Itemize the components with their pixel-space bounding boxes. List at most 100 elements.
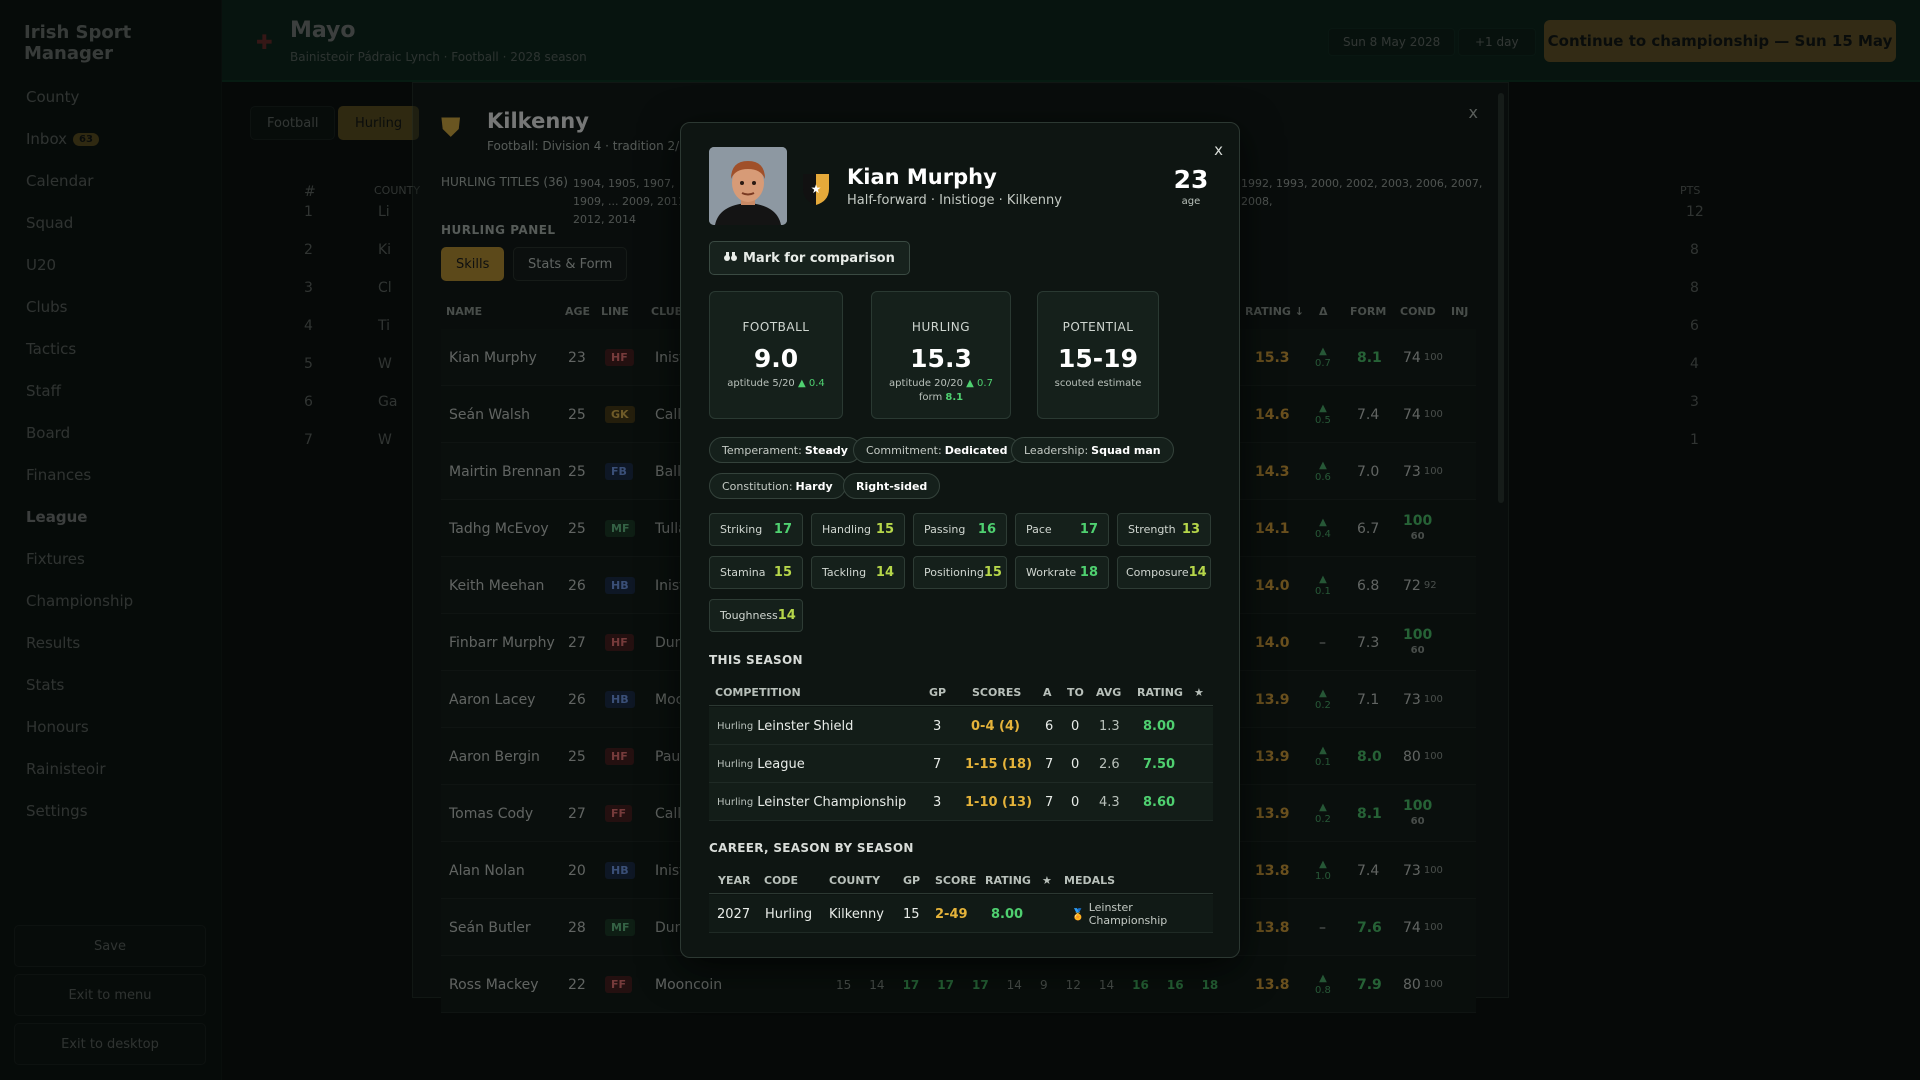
- sidebar-item-county[interactable]: County: [26, 76, 133, 118]
- col-form[interactable]: FORM: [1350, 305, 1386, 318]
- position-badge: MF: [605, 520, 636, 537]
- continue-button[interactable]: Continue to championship — Sun 15 May: [1544, 20, 1896, 62]
- col-cond[interactable]: COND: [1400, 305, 1436, 318]
- skill-value: 17: [937, 977, 954, 992]
- county-modal-subtitle: Football: Division 4 · tradition 2/20: [487, 139, 695, 153]
- scrollbar[interactable]: [1498, 93, 1504, 503]
- close-button[interactable]: x: [1214, 141, 1223, 159]
- col-line[interactable]: LINE: [601, 305, 629, 318]
- rating-delta-value: 0.1: [1315, 585, 1331, 597]
- exit-to-desktop-button[interactable]: Exit to desktop: [14, 1023, 206, 1065]
- average: 1.3: [1099, 718, 1120, 734]
- row-pts: 3: [1690, 394, 1699, 410]
- col-rating: RATING: [985, 874, 1031, 887]
- assists: 6: [1045, 718, 1054, 734]
- skill-passing: Passing 16: [913, 513, 1007, 546]
- col-rating[interactable]: RATING ↓: [1245, 305, 1304, 318]
- tab-stats-form[interactable]: Stats & Form: [513, 247, 628, 281]
- hurling-titles-list: 1904, 1905, 1907, 1909, ... 2009, 2011, …: [573, 177, 689, 226]
- mark-for-comparison-button[interactable]: Mark for comparison: [709, 241, 910, 275]
- rating-delta: ▲ 0.7: [1315, 345, 1331, 369]
- sidebar-item-inbox[interactable]: Inbox 63: [26, 118, 133, 160]
- table-row[interactable]: Hurling League 7 1-15 (18) 7 0 2.6 7.50: [709, 745, 1213, 783]
- assists: 7: [1045, 794, 1054, 810]
- medal-icon: 🏅: [1071, 907, 1085, 921]
- row-pts: 8: [1690, 280, 1699, 296]
- tab-hurling[interactable]: Hurling: [338, 106, 420, 140]
- row-pts: 1: [1690, 432, 1699, 448]
- sidebar-item-honours[interactable]: Honours: [26, 706, 133, 748]
- sidebar-item-rainisteoir[interactable]: Rainisteoir: [26, 748, 133, 790]
- col-name[interactable]: NAME: [446, 305, 482, 318]
- skill-name: Workrate: [1026, 566, 1077, 579]
- player-form: 7.9: [1357, 976, 1382, 993]
- tab-skills[interactable]: Skills: [441, 247, 505, 281]
- save-button[interactable]: Save: [14, 925, 206, 967]
- trait-value: Squad man: [1091, 443, 1161, 457]
- sidebar-item-calendar[interactable]: Calendar: [26, 160, 133, 202]
- sidebar-item-league[interactable]: League: [26, 496, 133, 538]
- col-rating: RATING: [1137, 686, 1183, 699]
- box-sub: scouted estimate: [1054, 378, 1142, 389]
- col-score: SCORE: [935, 874, 977, 887]
- sidebar-item-u20[interactable]: U20: [26, 244, 133, 286]
- condition-max: 100: [1423, 922, 1443, 933]
- sidebar-item-settings[interactable]: Settings: [26, 790, 133, 832]
- skill-positioning: Positioning 15: [913, 556, 1007, 589]
- position-badge: FF: [605, 805, 633, 822]
- rating-delta: ▲ 0.8: [1315, 972, 1331, 996]
- skill-value: 15: [836, 977, 852, 992]
- table-row[interactable]: 2027 Hurling Kilkenny 15 2-49 8.00 🏅 Lei…: [709, 895, 1213, 933]
- advance-day-button[interactable]: +1 day: [1458, 28, 1536, 56]
- games-played: 7: [933, 756, 942, 772]
- sidebar-item-squad[interactable]: Squad: [26, 202, 133, 244]
- position-badge: GK: [605, 406, 635, 423]
- col-club[interactable]: CLUB: [651, 305, 683, 318]
- sidebar-item-clubs[interactable]: Clubs: [26, 286, 133, 328]
- sidebar-item-tactics[interactable]: Tactics: [26, 328, 133, 370]
- sidebar-item-fixtures[interactable]: Fixtures: [26, 538, 133, 580]
- player-name: Aaron Lacey: [449, 691, 536, 708]
- col-inj[interactable]: INJ: [1451, 305, 1468, 318]
- star-icon: ★: [1194, 686, 1204, 699]
- skill-value: 13: [1181, 522, 1200, 537]
- sidebar-item-staff[interactable]: Staff: [26, 370, 133, 412]
- sidebar-item-label: Rainisteoir: [26, 760, 106, 778]
- rating-delta: ▲ 0.1: [1315, 744, 1331, 768]
- row-county: Ti: [378, 318, 391, 334]
- close-icon[interactable]: x: [1469, 103, 1478, 122]
- competition: Hurling Leinster Championship: [717, 783, 906, 821]
- average: 4.3: [1099, 794, 1120, 810]
- exit-to-menu-button[interactable]: Exit to menu: [14, 974, 206, 1016]
- aptitude-text: aptitude 20/20: [889, 378, 963, 389]
- competition-name: Leinster Shield: [757, 718, 854, 734]
- condition-value: 100: [1403, 512, 1433, 529]
- sidebar-item-board[interactable]: Board: [26, 412, 133, 454]
- box-sub: aptitude 20/20 ▲ 0.7 form 8.1: [872, 377, 1010, 405]
- col-avg: AVG: [1096, 686, 1122, 699]
- sidebar-item-finances[interactable]: Finances: [26, 454, 133, 496]
- tab-football[interactable]: Football: [250, 106, 336, 140]
- col-delta[interactable]: Δ: [1319, 305, 1328, 318]
- code-tag: Hurling: [717, 796, 754, 808]
- code-tag: Hurling: [717, 720, 754, 732]
- player-condition: 72 92: [1403, 557, 1437, 614]
- player-age: 26: [568, 691, 586, 708]
- col-age[interactable]: AGE: [565, 305, 590, 318]
- table-row[interactable]: Hurling Leinster Championship 3 1-10 (13)…: [709, 783, 1213, 821]
- player-name: Mairtin Brennan: [449, 463, 561, 480]
- player-rating: 13.9: [1255, 748, 1290, 765]
- table-row[interactable]: Hurling Leinster Shield 3 0-4 (4) 6 0 1.3…: [709, 707, 1213, 745]
- sidebar-item-stats[interactable]: Stats: [26, 664, 133, 706]
- position-badge: HF: [605, 748, 634, 765]
- player-age: 25: [568, 406, 586, 423]
- trait-footedness: Right-sided: [843, 473, 941, 499]
- box-value: 15-19: [1058, 344, 1138, 373]
- table-row[interactable]: Ross Mackey 22 FF Mooncoin 15 14 17 17 17 14 9 12 14…: [441, 956, 1476, 1013]
- county-crest-icon: ✚: [256, 30, 273, 54]
- player-condition: 73 100: [1403, 671, 1443, 728]
- sidebar-item-results[interactable]: Results: [26, 622, 133, 664]
- sidebar-item-championship[interactable]: Championship: [26, 580, 133, 622]
- scores: 0-4 (4): [971, 718, 1020, 734]
- star-icon: ★: [1042, 874, 1052, 887]
